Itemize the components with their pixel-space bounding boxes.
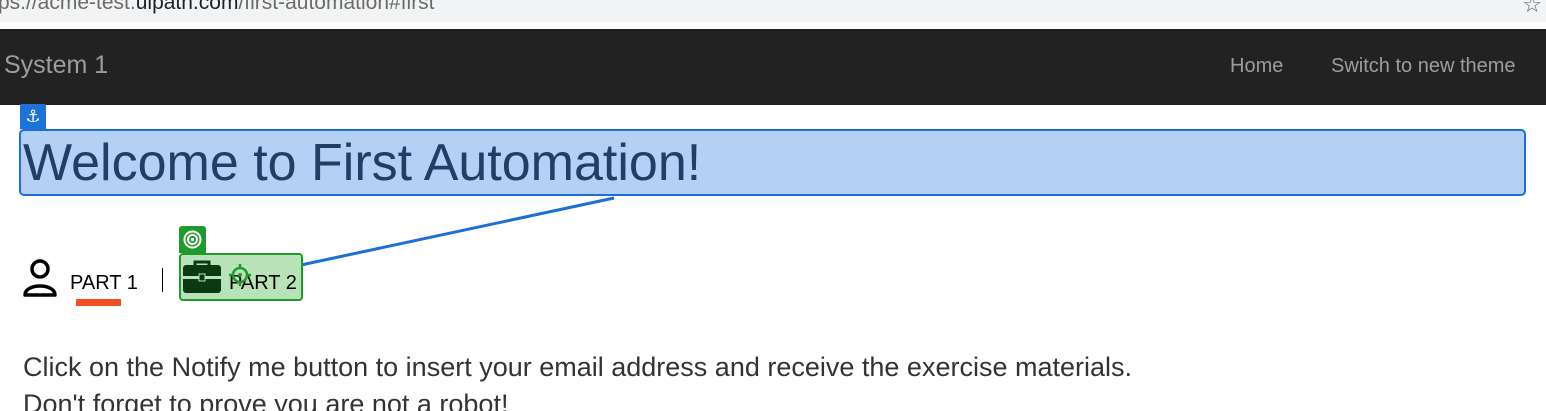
page-title: Welcome to First Automation! <box>23 134 702 192</box>
nav-home-link[interactable]: Home <box>1230 55 1283 78</box>
nav-switch-theme-link[interactable]: Switch to new theme <box>1331 55 1516 78</box>
brand-link[interactable]: System 1 <box>4 51 108 80</box>
target-icon <box>179 226 206 253</box>
user-icon <box>23 259 57 297</box>
page: ps://acme-test.uipath.com/first-automati… <box>0 0 1546 411</box>
bookmark-star-icon[interactable]: ☆ <box>1522 0 1542 18</box>
browser-address-bar[interactable]: ps://acme-test.uipath.com/first-automati… <box>0 0 1546 22</box>
toolbar-gap <box>0 22 1546 29</box>
crosshair-icon <box>229 264 251 286</box>
step-part-1[interactable]: PART 1 <box>70 272 138 295</box>
address-url[interactable]: ps://acme-test.uipath.com/first-automati… <box>0 0 435 15</box>
instructions-text: Click on the Notify me button to insert … <box>23 349 1132 411</box>
anchor-icon: ⚓ <box>20 104 46 129</box>
top-navbar: System 1 Home Switch to new theme <box>0 29 1546 105</box>
instruction-line: Click on the Notify me button to insert … <box>23 352 1133 382</box>
step-divider <box>162 268 163 292</box>
active-step-underline <box>76 299 121 306</box>
briefcase-icon <box>183 260 221 293</box>
instruction-line: Don't forget to prove you are not a robo… <box>23 389 509 411</box>
